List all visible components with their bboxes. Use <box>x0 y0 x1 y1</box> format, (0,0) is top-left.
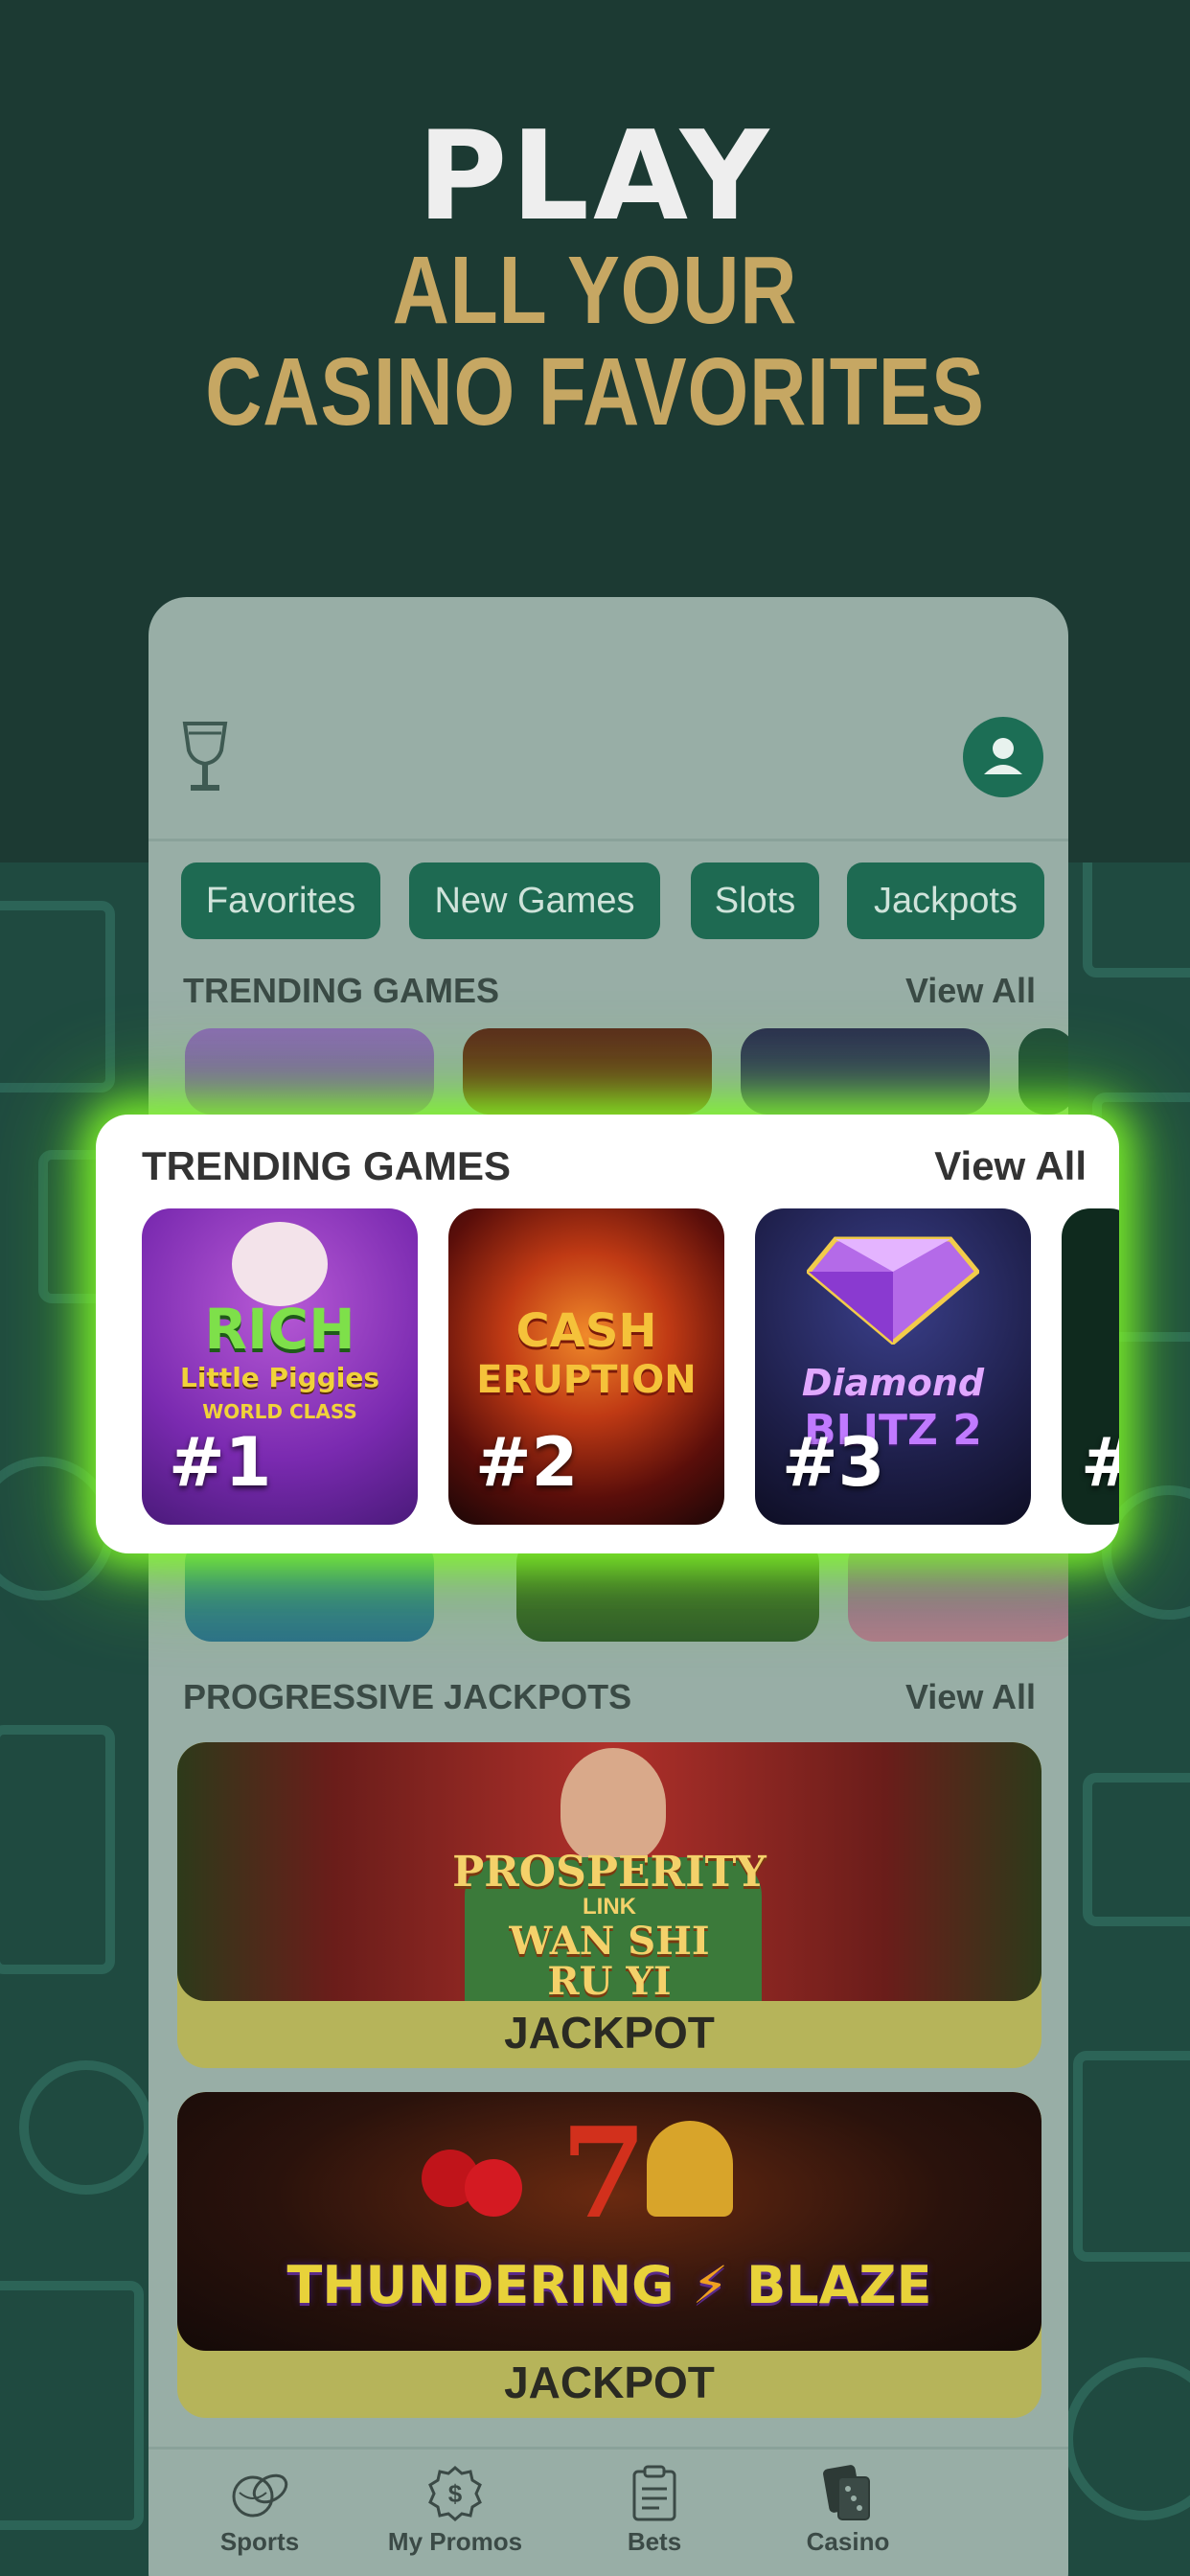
trending-tile-peek <box>185 1028 434 1115</box>
jackpot-label: JACKPOT <box>504 2358 715 2407</box>
game-tile-partial[interactable]: #4 <box>1062 1208 1119 1525</box>
jackpot-title-line1: THUNDERING <box>286 2255 675 2315</box>
highlight-section-title: TRENDING GAMES <box>142 1143 512 1188</box>
phone-mockup: Favorites New Games Slots Jackpots TREND… <box>149 597 1068 2576</box>
tab-label: My Promos <box>387 2527 523 2556</box>
game-tile-cash-eruption[interactable]: CASH ERUPTION #2 <box>448 1208 724 1525</box>
rank-badge: #2 <box>475 1423 579 1502</box>
chip-new-games[interactable]: New Games <box>409 862 660 939</box>
progressive-section-header: PROGRESSIVE JACKPOTS View All <box>183 1677 1036 1725</box>
jackpot-title-line1: PROSPERITY <box>452 1848 767 1897</box>
game-title-line1: RICH <box>204 1297 355 1362</box>
jackpot-title-line3: WAN SHI <box>509 1919 710 1964</box>
svg-text:$: $ <box>448 2479 463 2508</box>
pig-art <box>232 1222 328 1306</box>
trending-section-title: TRENDING GAMES <box>183 971 500 1010</box>
jackpot-game-art: PROSPERITY LINK WAN SHI RU YI <box>177 1742 1041 2001</box>
sports-balls-icon <box>232 2473 288 2518</box>
rank-badge: #1 <box>169 1423 272 1502</box>
highlight-view-all-link[interactable]: View All <box>934 1143 1087 1189</box>
trending-section-header: TRENDING GAMES View All <box>183 971 1036 1019</box>
dollar-badge-icon: $ <box>428 2466 482 2521</box>
jackpot-card-prosperity-link[interactable]: PROSPERITY LINK WAN SHI RU YI JACKPOT <box>177 1742 1041 2068</box>
trending-games-highlight: TRENDING GAMES View All RICH Little Pigg… <box>96 1115 1119 1553</box>
game-title-line2: Little Piggies <box>179 1362 379 1393</box>
trending-tile-peek <box>741 1028 990 1115</box>
goblet-logo-icon <box>182 722 228 791</box>
tab-bets[interactable]: Bets <box>578 2450 731 2557</box>
game-title-line1: CASH <box>515 1304 657 1358</box>
hero-heading: PLAY ALL YOUR CASINO FAVORITES <box>0 105 1190 446</box>
tab-label: Casino <box>806 2527 890 2556</box>
hero-title: PLAY <box>417 105 773 248</box>
clipboard-icon <box>632 2465 676 2521</box>
jackpot-title-line4: RU YI <box>547 1959 672 2001</box>
chip-favorites[interactable]: Favorites <box>181 862 380 939</box>
profile-avatar-icon[interactable] <box>963 717 1043 797</box>
jackpot-title-line2: LINK <box>583 1894 636 1920</box>
hero-subtitle-line1: ALL YOUR <box>392 237 798 344</box>
diamond-icon <box>807 1236 979 1345</box>
rank-badge: #3 <box>782 1423 885 1502</box>
progressive-section-title: PROGRESSIVE JACKPOTS <box>183 1677 632 1716</box>
game-tile-rich-little-piggies[interactable]: RICH Little Piggies WORLD CLASS #1 <box>142 1208 418 1525</box>
trending-tile-peek <box>1018 1028 1068 1115</box>
tab-sports[interactable]: Sports <box>183 2450 336 2557</box>
game-tile-diamond-blitz-2[interactable]: Diamond BLITZ 2 #3 <box>755 1208 1031 1525</box>
tab-label: Bets <box>627 2527 682 2556</box>
jackpot-card-thundering-blaze[interactable]: 7 THUNDERING ⚡ BLAZE JACKPOT <box>177 2092 1041 2418</box>
jackpot-title-line2: BLAZE <box>746 2255 932 2315</box>
app-header <box>149 597 1068 841</box>
hero-subtitle-line2: CASINO FAVORITES <box>205 338 985 446</box>
cards-icon <box>823 2465 870 2520</box>
tab-label: Sports <box>219 2527 300 2556</box>
trending-view-all-link[interactable]: View All <box>905 971 1036 1011</box>
chip-jackpots[interactable]: Jackpots <box>847 862 1044 939</box>
jackpot-label: JACKPOT <box>504 2008 715 2058</box>
bottom-tab-bar: Sports $ My Promos Bets Casino <box>149 2447 1068 2576</box>
jackpot-game-art: 7 THUNDERING ⚡ BLAZE <box>177 2092 1041 2351</box>
game-title-line1: Diamond <box>801 1362 985 1404</box>
trending-tile-peek <box>463 1028 712 1115</box>
tab-my-promos[interactable]: $ My Promos <box>364 2450 546 2557</box>
chip-slots[interactable]: Slots <box>691 862 819 939</box>
tab-casino[interactable]: Casino <box>771 2450 925 2557</box>
game-title-line2: ERUPTION <box>476 1358 697 1402</box>
game-title-line3: WORLD CLASS <box>202 1400 357 1423</box>
rank-badge: #4 <box>1081 1423 1119 1502</box>
progressive-view-all-link[interactable]: View All <box>905 1677 1036 1717</box>
